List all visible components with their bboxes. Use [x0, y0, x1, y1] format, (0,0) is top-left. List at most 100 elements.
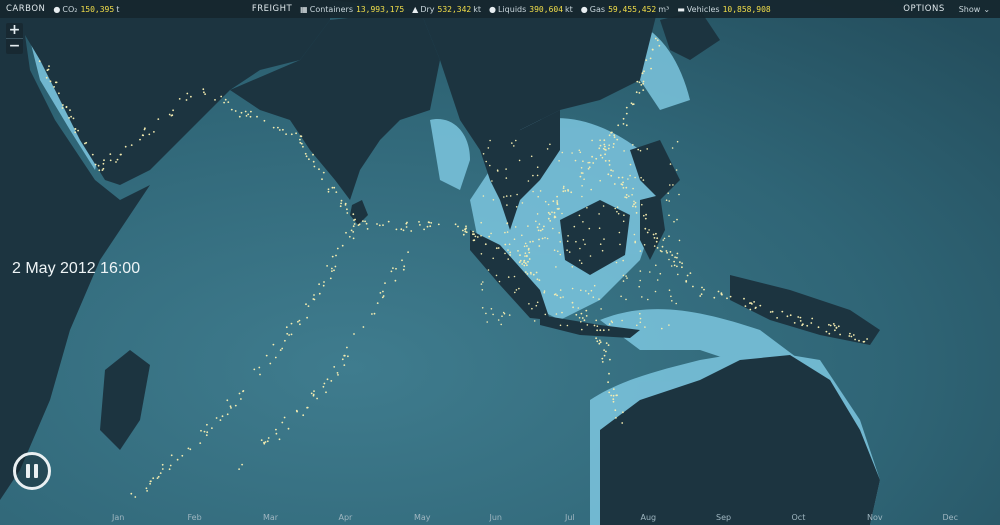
ship-dot — [187, 447, 190, 450]
timeline-month-jun[interactable]: Jun — [490, 513, 503, 522]
ship-dot — [536, 213, 539, 215]
timeline-month-dec[interactable]: Dec — [943, 513, 958, 522]
timeline-month-aug[interactable]: Aug — [641, 513, 657, 522]
options-button[interactable]: OPTIONS — [903, 4, 944, 14]
containers-icon: ▦ — [300, 4, 308, 14]
timeline-month-mar[interactable]: Mar — [263, 513, 278, 522]
ship-dot — [593, 284, 596, 287]
ship-dot — [423, 228, 425, 231]
zoom-out-button[interactable]: − — [6, 38, 23, 54]
ship-dot — [214, 99, 216, 101]
carbon-label: CARBON — [6, 4, 46, 14]
ship-dot — [362, 220, 364, 223]
timeline-month-feb[interactable]: Feb — [188, 513, 202, 522]
ship-dot — [837, 325, 840, 328]
gas-label: Gas — [589, 4, 606, 14]
ship-dot — [559, 289, 562, 291]
ship-dot — [570, 191, 573, 194]
ship-dot — [556, 203, 559, 206]
ship-dot — [249, 115, 252, 118]
ship-dot — [561, 311, 563, 314]
co2-value: 150,395 — [80, 4, 115, 14]
ship-dot — [281, 421, 284, 424]
ship-dot — [517, 250, 519, 252]
ship-dot — [38, 60, 41, 63]
ship-dot — [618, 231, 621, 234]
ship-dot — [625, 275, 627, 277]
ship-dot — [620, 183, 623, 186]
ship-dot — [580, 167, 583, 169]
ship-dot — [605, 342, 608, 344]
ship-dot — [511, 142, 513, 144]
ship-dot — [582, 239, 585, 241]
ship-dot — [561, 151, 564, 154]
ship-dot — [339, 205, 342, 208]
timeline-month-jan[interactable]: Jan — [112, 513, 124, 522]
ship-dot — [181, 454, 184, 457]
ship-dot — [265, 354, 268, 357]
ship-dot — [858, 339, 860, 342]
ship-dot — [55, 81, 58, 84]
timeline-month-jul[interactable]: Jul — [565, 513, 575, 522]
ship-dot — [156, 477, 159, 479]
ship-dot — [302, 145, 304, 148]
ship-dot — [547, 217, 550, 220]
ship-dot — [310, 392, 313, 395]
ship-dot — [365, 222, 368, 225]
ship-dot — [272, 343, 275, 346]
ship-dot — [480, 221, 483, 224]
ship-dot — [789, 314, 792, 317]
world-map[interactable] — [0, 0, 1000, 525]
ship-dot — [629, 163, 632, 166]
ship-dot — [817, 326, 820, 329]
timeline-month-oct[interactable]: Oct — [792, 513, 806, 522]
ship-dot — [566, 324, 569, 327]
timeline-month-sep[interactable]: Sep — [716, 513, 731, 522]
ship-dot — [258, 366, 261, 369]
ship-dot — [639, 250, 642, 252]
ship-dot — [543, 291, 545, 294]
dry-label: Dry — [420, 4, 435, 14]
ship-dot — [152, 477, 155, 480]
dry-icon: ▲ — [412, 4, 419, 14]
ship-dot — [580, 321, 582, 323]
ship-dot — [304, 152, 307, 155]
ship-dot — [487, 147, 490, 149]
timeline-month-apr[interactable]: Apr — [339, 513, 353, 522]
ship-dot — [749, 308, 752, 311]
ship-dot — [567, 235, 569, 237]
ship-dot — [168, 468, 171, 471]
ship-dot — [229, 405, 232, 408]
ship-dot — [242, 390, 245, 392]
ship-dot — [223, 101, 226, 104]
ship-dot — [568, 251, 571, 253]
timeline-month-nov[interactable]: Nov — [867, 513, 883, 522]
ship-dot — [145, 487, 148, 490]
ship-dot — [505, 168, 507, 170]
ship-dot — [49, 80, 52, 83]
ship-dot — [476, 236, 479, 238]
ship-dot — [717, 290, 720, 293]
show-dropdown[interactable]: Show — [959, 5, 981, 14]
ship-dot — [613, 134, 616, 137]
ship-dot — [330, 380, 333, 382]
ship-dot — [221, 415, 224, 418]
ship-dot — [526, 254, 528, 257]
ship-dot — [825, 330, 828, 333]
ship-dot — [557, 208, 560, 210]
ship-dot — [654, 290, 657, 293]
zoom-in-button[interactable]: + — [6, 23, 23, 38]
ship-dot — [801, 324, 803, 327]
ship-dot — [602, 205, 605, 207]
ship-dot — [769, 311, 772, 313]
ship-dot — [334, 265, 337, 268]
ship-dot — [506, 222, 508, 225]
ship-dot — [285, 133, 287, 136]
pause-button[interactable] — [13, 452, 51, 490]
ship-dot — [504, 252, 506, 255]
timeline[interactable]: Jan Feb Mar Apr May Jun Jul Aug Sep Oct Nov Dec — [0, 511, 1000, 525]
ship-dot — [628, 195, 630, 197]
ship-dot — [322, 284, 325, 287]
timeline-month-may[interactable]: May — [414, 513, 431, 522]
timestamp: 2 May 2012 16:00 — [12, 260, 141, 277]
